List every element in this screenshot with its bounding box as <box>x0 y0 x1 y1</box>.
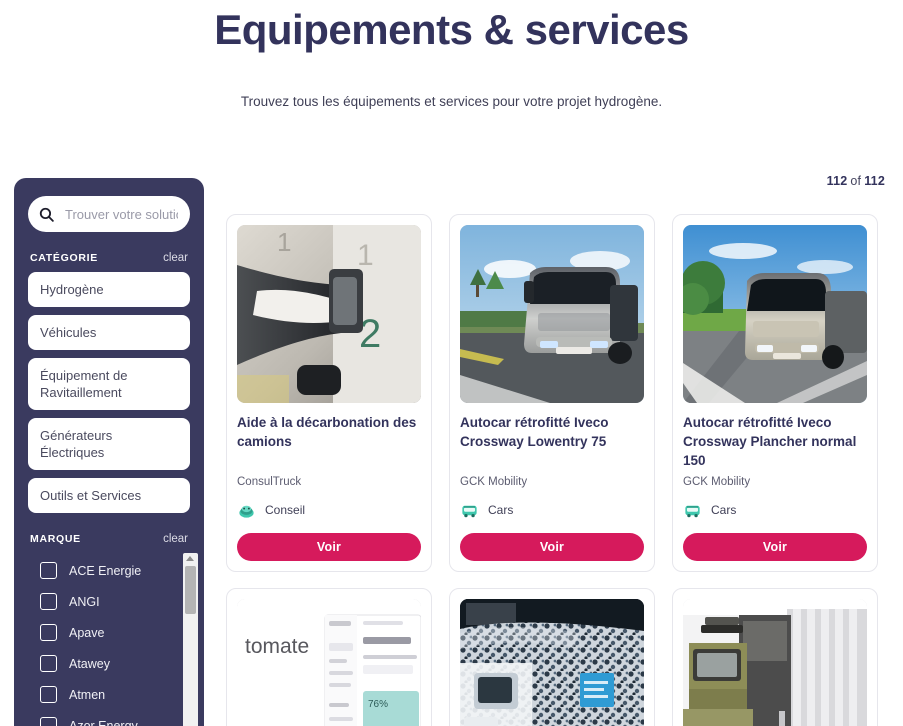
product-card[interactable]: Autocar rétrofitté Iveco Crossway Planch… <box>672 214 878 572</box>
view-button[interactable]: Voir <box>460 533 644 561</box>
search-input[interactable] <box>63 205 180 223</box>
page-subtitle: Trouvez tous les équipements et services… <box>240 94 663 109</box>
bus-icon <box>683 501 702 520</box>
view-button[interactable]: Voir <box>683 533 867 561</box>
brand-clear-button[interactable]: clear <box>163 533 188 545</box>
brand-label: ACE Energie <box>69 563 142 578</box>
category-clear-button[interactable]: clear <box>163 252 188 264</box>
brand-filter-label: MARQUE <box>30 533 81 545</box>
card-tag: Cars <box>460 500 644 520</box>
card-vendor: GCK Mobility <box>683 476 751 488</box>
filter-sidebar: CATÉGORIE clear Hydrogène Véhicules Équi… <box>14 178 204 726</box>
checkbox-box[interactable] <box>40 717 57 726</box>
scroll-up-arrow-icon[interactable] <box>186 556 194 561</box>
results-grid: 1 2 1 Aide à la décarbonation des camion… <box>226 214 896 726</box>
brand-checkbox-atawey[interactable]: Atawey <box>28 648 190 679</box>
results-total: 112 <box>864 174 885 188</box>
checkbox-box[interactable] <box>40 593 57 610</box>
card-title: Autocar rétrofitté Iveco Crossway Lowent… <box>460 415 609 449</box>
card-tag: Cars <box>683 500 867 520</box>
equipment-services-page: Equipements & services Trouvez tous les … <box>0 0 903 726</box>
product-card[interactable]: 1 2 1 Aide à la décarbonation des camion… <box>226 214 432 572</box>
svg-text:1: 1 <box>277 227 291 257</box>
card-title: Aide à la décarbonation des camions <box>237 415 417 449</box>
results-shown: 112 <box>826 174 848 188</box>
category-option-vehicules[interactable]: Véhicules <box>28 315 190 350</box>
brand-checkbox-ace-energie[interactable]: ACE Energie <box>28 555 190 586</box>
card-tag-label: Cars <box>711 503 737 517</box>
iveco-crossway-bus-road-photo <box>683 225 867 403</box>
card-vendor: GCK Mobility <box>460 476 528 488</box>
page-header: Equipements & services Trouvez tous les … <box>0 0 903 112</box>
card-tag-label: Cars <box>488 503 514 517</box>
svg-text:tomate: tomate <box>245 635 309 658</box>
brand-filter-list-wrapper: ACE Energie ANGI Apave Atawey Atmen Azor… <box>28 553 198 726</box>
brand-label: Apave <box>69 625 105 640</box>
results-count: 112 of 112 <box>827 174 885 188</box>
checkbox-box[interactable] <box>40 624 57 641</box>
consulting-icon <box>237 501 256 520</box>
category-filter-header: CATÉGORIE clear <box>30 252 188 264</box>
brand-checkbox-angi[interactable]: ANGI <box>28 586 190 617</box>
product-card[interactable]: tomate 76% <box>226 588 432 726</box>
military-truck-container-photo <box>683 599 867 726</box>
view-button[interactable]: Voir <box>237 533 421 561</box>
product-card[interactable]: Autocar rétrofitté Iveco Crossway Lowent… <box>449 214 655 572</box>
card-vendor: ConsulTruck <box>237 476 302 488</box>
product-card[interactable]: ARTOU zero <box>449 588 655 726</box>
card-title: Autocar rétrofitté Iveco Crossway Planch… <box>683 415 857 468</box>
checkbox-box[interactable] <box>40 562 57 579</box>
scrollbar-thumb[interactable] <box>185 566 196 614</box>
svg-text:1: 1 <box>357 239 374 272</box>
brand-checkbox-azor-energy[interactable]: Azor Energy <box>28 710 190 726</box>
bus-icon <box>460 501 479 520</box>
category-filter-label: CATÉGORIE <box>30 252 98 264</box>
iveco-crossway-bus-front-photo <box>460 225 644 403</box>
brand-filter-list: ACE Energie ANGI Apave Atawey Atmen Azor… <box>28 553 190 726</box>
category-option-hydrogene[interactable]: Hydrogène <box>28 272 190 307</box>
brand-label: Azor Energy <box>69 718 138 726</box>
card-tag: Conseil <box>237 500 421 520</box>
brand-label: Atmen <box>69 687 106 702</box>
brand-label: Atawey <box>69 656 110 671</box>
checkbox-box[interactable] <box>40 686 57 703</box>
brand-list-scrollbar[interactable] <box>183 553 198 726</box>
page-title: Equipements & services <box>214 6 689 53</box>
brand-filter-header: MARQUE clear <box>30 533 188 545</box>
brand-checkbox-apave[interactable]: Apave <box>28 617 190 648</box>
brand-checkbox-atmen[interactable]: Atmen <box>28 679 190 710</box>
checkbox-box[interactable] <box>40 655 57 672</box>
category-option-generateurs-electriques[interactable]: Générateurs Électriques <box>28 418 190 470</box>
brand-label: ANGI <box>69 594 100 609</box>
card-tag-label: Conseil <box>265 503 306 517</box>
ev-charging-connector-photo: 1 2 1 <box>237 225 421 403</box>
category-option-outils-services[interactable]: Outils et Services <box>28 478 190 513</box>
svg-text:76%: 76% <box>368 699 388 710</box>
search-icon <box>38 206 55 223</box>
camouflaged-truck-photo: ARTOU zero <box>460 599 644 726</box>
results-of-label: of <box>850 174 862 188</box>
product-card[interactable] <box>672 588 878 726</box>
tomate-dashboard-screenshot: tomate 76% <box>237 599 421 726</box>
search-box[interactable] <box>28 196 190 232</box>
category-option-equipement-ravitaillement[interactable]: Équipement de Ravitaillement <box>28 358 190 410</box>
